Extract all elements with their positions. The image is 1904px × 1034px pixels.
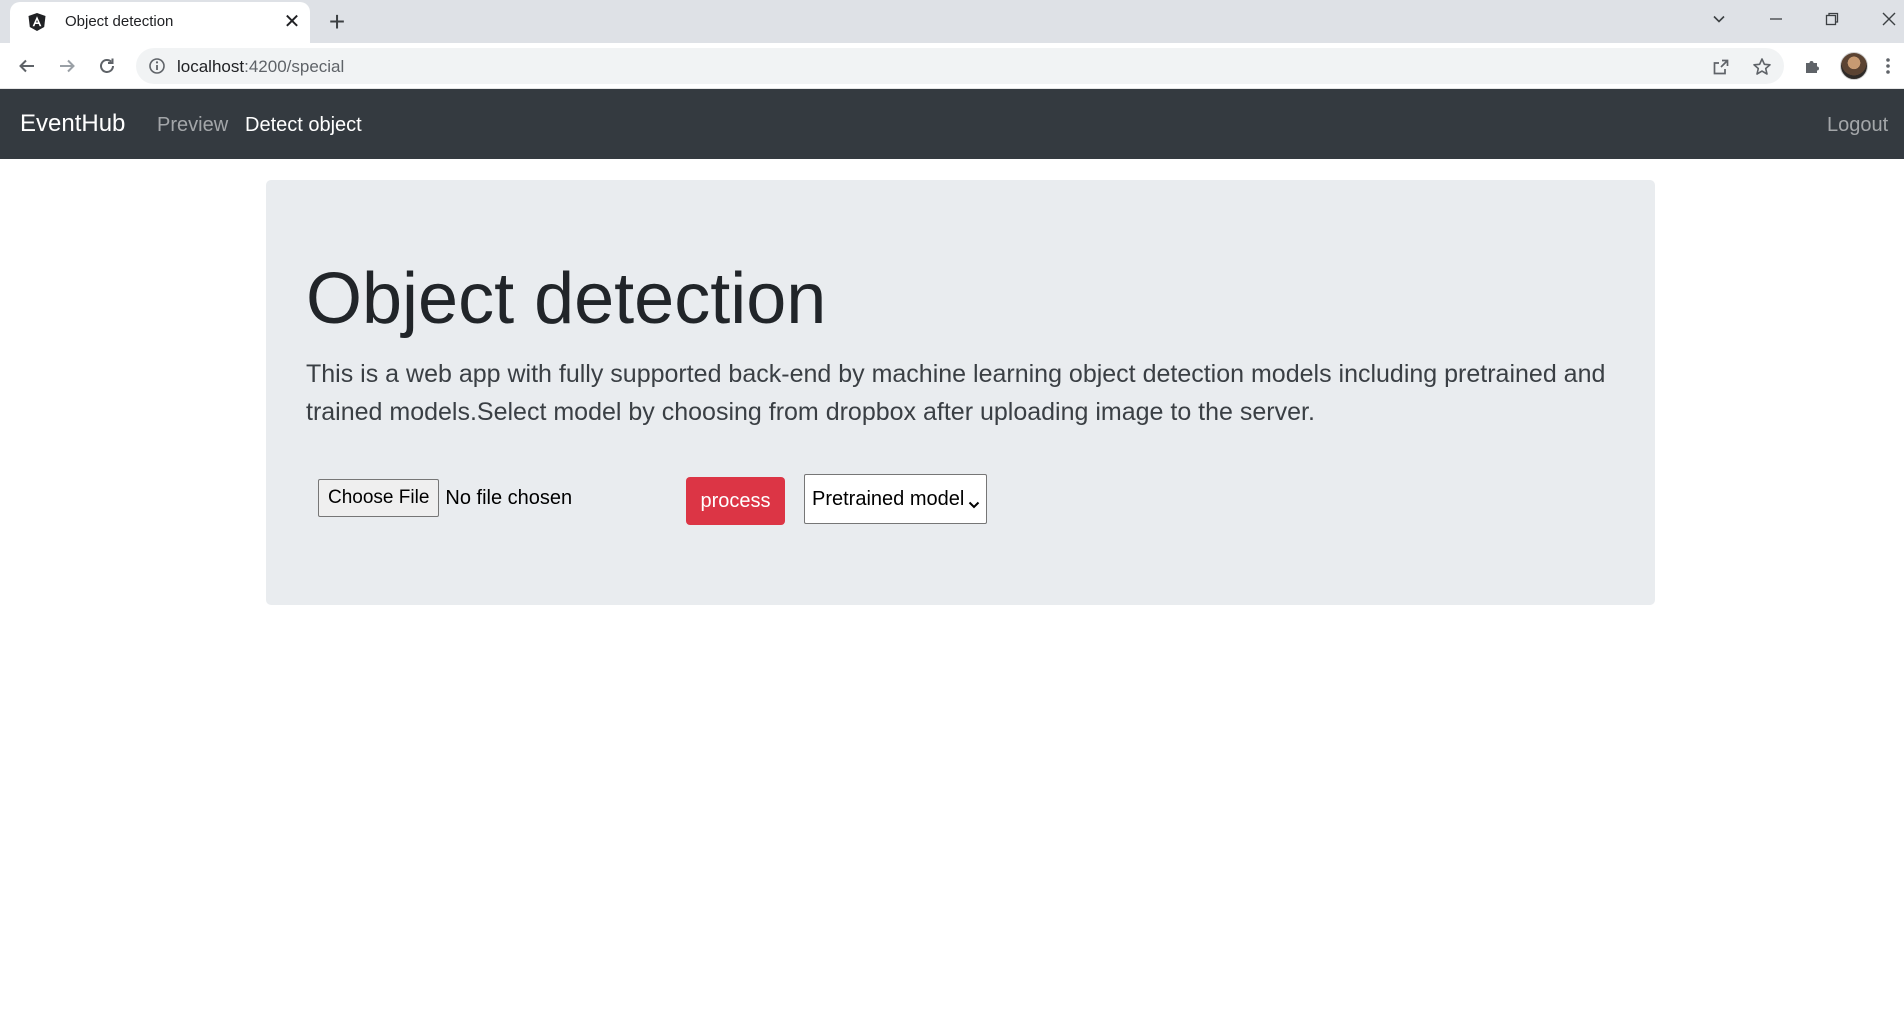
browser-tabstrip: Object detection ✕ + (0, 0, 1904, 43)
profile-avatar[interactable] (1840, 52, 1868, 80)
kebab-menu-icon[interactable] (1876, 50, 1900, 82)
logout-link[interactable]: Logout (1827, 114, 1888, 137)
url-path: :4200/special (244, 57, 345, 76)
nav-link-preview[interactable]: Preview (157, 114, 228, 137)
jumbotron: Object detection This is a web app with … (266, 180, 1655, 605)
tab-title: Object detection (65, 13, 174, 30)
choose-file-button[interactable]: Choose File (318, 479, 440, 517)
page-description: This is a web app with fully supported b… (306, 360, 1606, 426)
star-icon[interactable] (1750, 55, 1774, 79)
share-icon[interactable] (1709, 55, 1733, 79)
process-button[interactable]: process (686, 477, 785, 525)
reload-icon[interactable] (91, 50, 123, 82)
angular-favicon-icon (27, 12, 47, 32)
address-bar[interactable]: localhost:4200/special (136, 48, 1784, 84)
page-title: Object detection (306, 259, 827, 339)
browser-tab[interactable]: Object detection ✕ (10, 2, 310, 43)
minimize-icon[interactable] (1759, 6, 1793, 32)
new-tab-icon[interactable]: + (324, 8, 350, 36)
tab-search-icon[interactable] (1702, 6, 1736, 32)
tab-close-icon[interactable]: ✕ (281, 11, 303, 33)
info-icon[interactable] (148, 57, 166, 75)
forward-icon[interactable] (51, 50, 83, 82)
chevron-down-icon (968, 494, 980, 509)
model-select-value: Pretrained model (812, 487, 965, 510)
url-host: localhost (177, 57, 245, 76)
restore-icon[interactable] (1815, 6, 1849, 32)
url-text: localhost:4200/special (177, 57, 344, 77)
navbar-brand[interactable]: EventHub (20, 110, 125, 138)
model-select[interactable]: Pretrained model (804, 474, 987, 524)
extensions-icon[interactable] (1796, 50, 1828, 82)
browser-toolbar: localhost:4200/special (0, 43, 1904, 89)
app-navbar: EventHub Preview Detect object Logout (0, 89, 1904, 159)
back-icon[interactable] (11, 50, 43, 82)
file-status-text: No file chosen (445, 486, 573, 509)
close-window-icon[interactable] (1872, 6, 1904, 32)
nav-link-detect-object[interactable]: Detect object (245, 114, 362, 137)
file-input[interactable]: Choose File No file chosen (318, 479, 572, 517)
